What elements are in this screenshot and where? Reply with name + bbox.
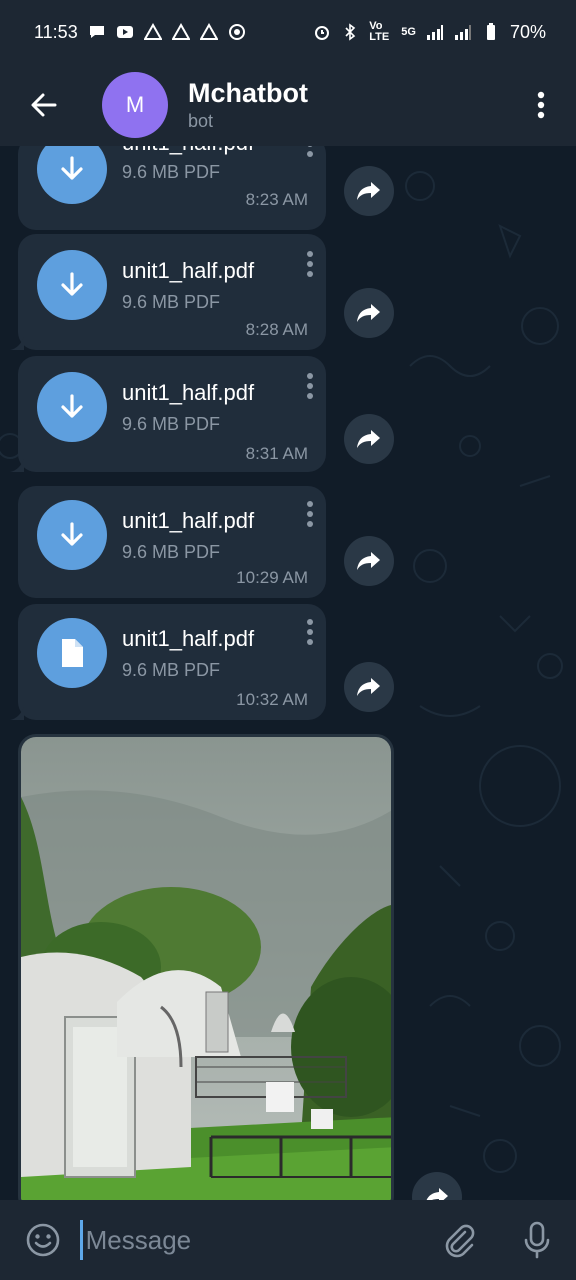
attach-button[interactable] (421, 1200, 499, 1280)
chat-notification-icon (89, 26, 104, 38)
file-menu-icon[interactable] (306, 500, 314, 528)
signal-label: 5G (401, 26, 416, 38)
paperclip-icon (446, 1224, 475, 1258)
message-input[interactable] (85, 1200, 421, 1280)
emoji-button[interactable] (0, 1200, 86, 1280)
status-left: 11:53 (34, 22, 246, 43)
voice-message-button[interactable] (498, 1200, 576, 1280)
file-menu-icon[interactable] (306, 146, 314, 158)
photo-message[interactable] (18, 734, 394, 1200)
file-menu-icon[interactable] (306, 250, 314, 278)
alert-icon (143, 23, 162, 40)
avatar[interactable]: M (102, 72, 168, 138)
forward-icon (357, 304, 380, 322)
emoji-icon (26, 1223, 60, 1257)
file-size: 9.6 MB PDF (122, 292, 221, 312)
message-composer (0, 1200, 576, 1280)
message-time: 8:28 AM (245, 320, 308, 339)
youtube-icon (116, 26, 133, 38)
file-message[interactable]: unit1_half.pdf 9.6 MB PDF 10:32 AM (10, 604, 326, 720)
chat-title-area[interactable]: Mchatbot bot (188, 77, 506, 133)
forward-icon (357, 678, 380, 696)
message-time: 10:32 AM (236, 690, 308, 709)
download-icon[interactable] (37, 372, 107, 442)
forward-button[interactable] (344, 662, 394, 712)
file-size: 9.6 MB PDF (122, 162, 221, 182)
file-name: unit1_half.pdf (122, 258, 255, 283)
forward-icon (357, 182, 380, 200)
file-name: unit1_half.pdf (122, 626, 255, 651)
battery-level: 70% (509, 21, 546, 42)
forward-button[interactable] (344, 536, 394, 586)
forward-button[interactable] (344, 166, 394, 216)
alert-icon (199, 23, 218, 40)
back-arrow-icon (31, 93, 57, 117)
file-message[interactable]: unit1_half.pdf 9.6 MB PDF 8:28 AM (10, 234, 326, 350)
message-list[interactable]: unit1_half.pdf 9.6 MB PDF 8:23 AM unit1_… (0, 146, 576, 1200)
alarm-icon (315, 26, 330, 40)
whatsapp-icon (228, 24, 245, 40)
battery-icon (486, 23, 495, 40)
document-icon[interactable] (37, 618, 107, 688)
file-menu-icon[interactable] (306, 372, 314, 400)
photo-image (21, 737, 391, 1200)
forward-icon (357, 430, 380, 448)
more-vertical-icon (537, 91, 545, 119)
signal-icon (454, 25, 471, 40)
back-button[interactable] (0, 64, 88, 146)
download-icon[interactable] (37, 250, 107, 320)
network-label: Vo LTE (369, 20, 390, 43)
chat-title: Mchatbot (188, 78, 308, 108)
text-cursor (80, 1220, 83, 1260)
forward-icon (426, 1188, 448, 1200)
signal-icon (426, 25, 443, 40)
alert-icon (171, 23, 190, 40)
file-name: unit1_half.pdf (122, 146, 254, 156)
file-size: 9.6 MB PDF (122, 660, 221, 680)
file-message[interactable]: unit1_half.pdf 9.6 MB PDF 10:29 AM (18, 486, 326, 598)
forward-icon (357, 552, 380, 570)
microphone-icon (524, 1221, 550, 1259)
file-message[interactable]: unit1_half.pdf 9.6 MB PDF 8:31 AM (10, 356, 326, 472)
message-time: 10:29 AM (236, 568, 308, 587)
status-time: 11:53 (34, 21, 78, 42)
avatar-letter: M (125, 92, 145, 117)
status-right: Vo LTE 5G 70% (313, 21, 546, 43)
status-bar: 11:53 Vo LTE 5G 70% (0, 0, 576, 64)
file-size: 9.6 MB PDF (122, 542, 221, 562)
more-options-button[interactable] (506, 64, 576, 146)
message-time: 8:23 AM (245, 190, 308, 209)
forward-button[interactable] (344, 414, 394, 464)
chat-header: M Mchatbot bot (0, 64, 576, 146)
file-name: unit1_half.pdf (122, 380, 255, 405)
bluetooth-icon (345, 23, 356, 41)
file-size: 9.6 MB PDF (122, 414, 221, 434)
message-time: 8:31 AM (245, 444, 308, 463)
file-name: unit1_half.pdf (122, 508, 255, 533)
forward-button[interactable] (344, 288, 394, 338)
chat-subtitle: bot (188, 111, 214, 131)
file-menu-icon[interactable] (306, 618, 314, 646)
download-icon[interactable] (37, 146, 107, 204)
download-icon[interactable] (37, 500, 107, 570)
file-message[interactable]: unit1_half.pdf 9.6 MB PDF 8:23 AM (18, 146, 326, 230)
